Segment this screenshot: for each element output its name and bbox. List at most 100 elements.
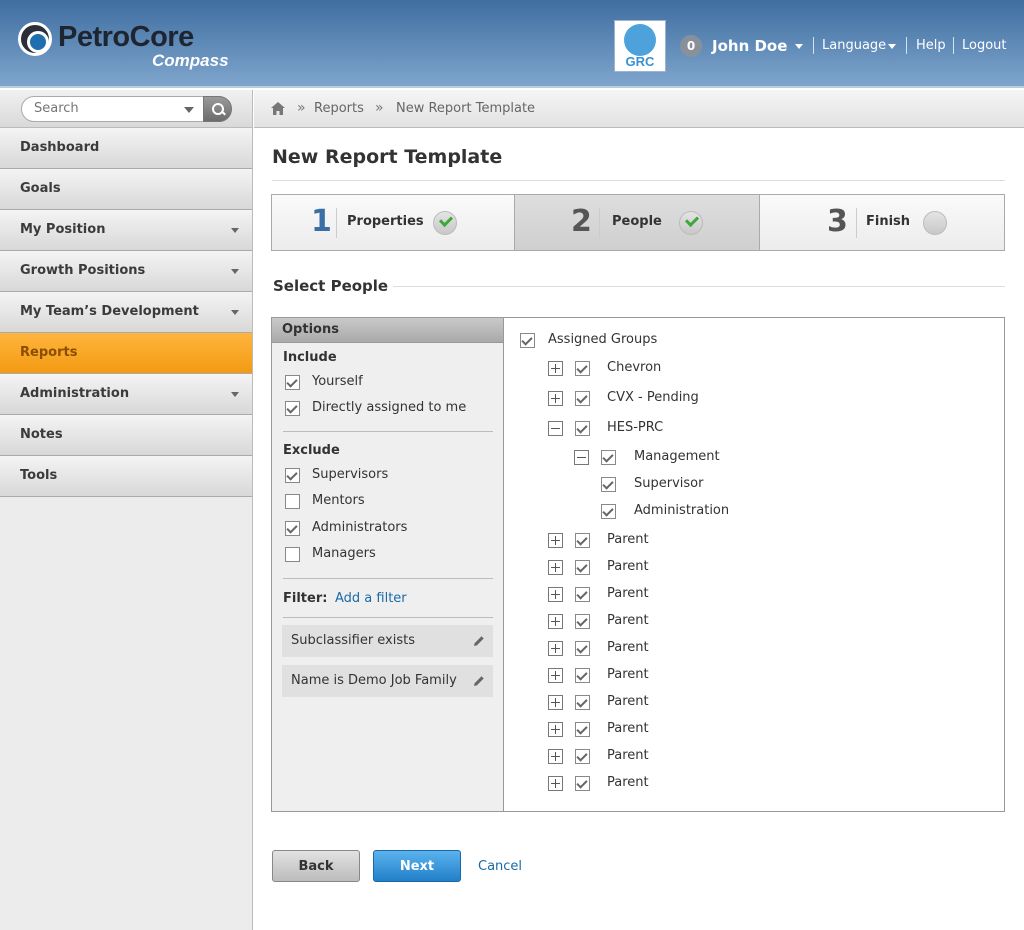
parent-node-label: Parent	[607, 640, 649, 655]
sidebar-item-label: Notes	[20, 427, 63, 442]
parent-node-checkbox[interactable]	[575, 560, 590, 575]
sidebar-item-goals[interactable]: Goals	[0, 169, 252, 210]
logo-text: PetroCore	[58, 21, 194, 53]
expand-icon[interactable]	[548, 361, 563, 376]
help-link[interactable]: Help	[916, 38, 946, 53]
logout-link[interactable]: Logout	[962, 38, 1007, 53]
parent-node-checkbox[interactable]	[575, 722, 590, 737]
collapse-icon[interactable]	[548, 421, 563, 436]
select-people-panel: Options Include Yourself Directly assigne…	[271, 317, 1005, 812]
sidebar-item-label: My Position	[20, 222, 106, 237]
expand-icon[interactable]	[548, 391, 563, 406]
expand-icon[interactable]	[548, 776, 563, 791]
search-input[interactable]	[34, 101, 174, 116]
supervisors-checkbox[interactable]	[285, 468, 300, 483]
managers-checkbox[interactable]	[285, 546, 300, 562]
sidebar-item-tools[interactable]: Tools	[0, 456, 252, 497]
next-button[interactable]: Next	[373, 850, 461, 882]
filter-item-label: Subclassifier exists	[291, 633, 416, 648]
step-number: 1	[311, 204, 332, 239]
expand-icon[interactable]	[548, 614, 563, 629]
collapse-icon[interactable]	[574, 450, 589, 465]
parent-node-checkbox[interactable]	[575, 533, 590, 548]
administrators-checkbox[interactable]	[285, 520, 300, 536]
chevron-down-icon[interactable]	[231, 269, 239, 274]
home-icon[interactable]	[271, 102, 285, 115]
language-menu[interactable]: Language	[822, 38, 886, 53]
chevron-down-icon[interactable]	[231, 228, 239, 233]
sidebar-item-growth-positions[interactable]: Growth Positions	[0, 251, 252, 292]
back-button[interactable]: Back	[272, 850, 360, 882]
pencil-icon[interactable]	[473, 635, 485, 647]
chevron-down-icon[interactable]	[888, 44, 896, 49]
yourself-checkbox[interactable]	[285, 375, 300, 390]
sidebar-item-administration[interactable]: Administration	[0, 374, 252, 415]
managers-label: Managers	[312, 545, 376, 561]
parent-node-label: Parent	[607, 559, 649, 574]
mentors-checkbox[interactable]	[285, 494, 300, 510]
assigned-groups-label: Assigned Groups	[548, 332, 658, 347]
user-menu[interactable]: John Doe	[712, 37, 787, 55]
subgroup-supervisor-label: Supervisor	[634, 476, 704, 491]
search-button[interactable]	[203, 96, 232, 122]
expand-icon[interactable]	[548, 668, 563, 683]
chevron-down-icon[interactable]	[231, 310, 239, 315]
expand-icon[interactable]	[548, 533, 563, 548]
parent-node-label: Parent	[607, 721, 649, 736]
filter-item-label: Name is Demo Job Family	[291, 673, 457, 688]
sidebar-item-label: My Team’s Development	[20, 304, 199, 319]
parent-node-checkbox[interactable]	[575, 668, 590, 683]
parent-node-checkbox[interactable]	[575, 587, 590, 602]
directly-assigned-to-me-checkbox[interactable]	[285, 401, 300, 416]
grc-badge[interactable]: GRC	[614, 20, 666, 72]
options-title: Options	[282, 322, 339, 337]
mentors-label: Mentors	[312, 493, 365, 509]
section-title: Select People	[273, 277, 389, 295]
options-divider	[283, 431, 493, 432]
parent-node-checkbox[interactable]	[575, 695, 590, 710]
header-divider	[813, 37, 814, 54]
step-divider	[336, 208, 337, 238]
pending-icon	[923, 211, 947, 235]
notification-badge[interactable]: 0	[680, 35, 702, 57]
subgroup-administration-checkbox[interactable]	[601, 504, 616, 519]
group-cvx-pending-checkbox[interactable]	[575, 391, 590, 406]
sidebar-item-label: Growth Positions	[20, 263, 146, 278]
expand-icon[interactable]	[548, 560, 563, 575]
step-people[interactable]: 2 People	[514, 195, 760, 250]
step-finish[interactable]: 3 Finish	[760, 195, 1004, 250]
subgroup-management-checkbox[interactable]	[601, 450, 616, 465]
chevron-down-icon[interactable]	[795, 44, 803, 49]
sidebar-item-reports[interactable]: Reports	[0, 333, 252, 374]
group-hes-prc-checkbox[interactable]	[575, 421, 590, 436]
assigned-groups-checkbox[interactable]	[520, 333, 535, 348]
group-chevron-checkbox[interactable]	[575, 361, 590, 376]
expand-icon[interactable]	[548, 695, 563, 710]
step-divider	[856, 208, 857, 238]
parent-node-checkbox[interactable]	[575, 614, 590, 629]
exclude-heading: Exclude	[283, 443, 340, 458]
filter-item[interactable]: Subclassifier exists	[282, 625, 493, 657]
pencil-icon[interactable]	[473, 675, 485, 687]
chevron-down-icon[interactable]	[231, 392, 239, 397]
cancel-link[interactable]: Cancel	[478, 859, 522, 874]
sidebar-item-my-team-s-development[interactable]: My Team’s Development	[0, 292, 252, 333]
breadcrumb-separator: »	[375, 100, 384, 116]
sidebar-item-dashboard[interactable]: Dashboard	[0, 128, 252, 169]
step-properties[interactable]: 1 Properties	[272, 195, 515, 250]
step-label: People	[612, 214, 662, 229]
expand-icon[interactable]	[548, 587, 563, 602]
parent-node-checkbox[interactable]	[575, 776, 590, 791]
parent-node-checkbox[interactable]	[575, 641, 590, 656]
expand-icon[interactable]	[548, 749, 563, 764]
sidebar-item-notes[interactable]: Notes	[0, 415, 252, 456]
filter-item[interactable]: Name is Demo Job Family	[282, 665, 493, 697]
parent-node-checkbox[interactable]	[575, 749, 590, 764]
add-filter-link[interactable]: Add a filter	[335, 591, 407, 606]
search-dropdown-icon[interactable]	[184, 107, 194, 113]
breadcrumb-reports[interactable]: Reports	[314, 101, 364, 116]
expand-icon[interactable]	[548, 722, 563, 737]
subgroup-supervisor-checkbox[interactable]	[601, 477, 616, 492]
sidebar-item-my-position[interactable]: My Position	[0, 210, 252, 251]
expand-icon[interactable]	[548, 641, 563, 656]
